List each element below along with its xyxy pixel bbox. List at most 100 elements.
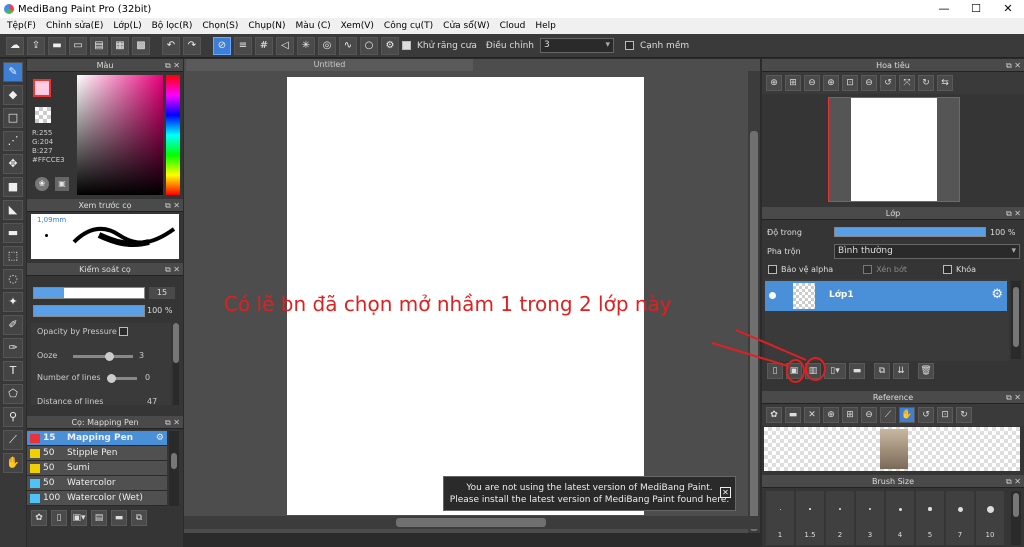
ref-open-icon[interactable]: ▬ <box>785 407 801 423</box>
menu-snap[interactable]: Chụp(N) <box>243 21 290 31</box>
dropper-icon[interactable]: ⟋ <box>3 430 23 450</box>
zoom-fit-icon[interactable]: ⊞ <box>785 75 801 91</box>
canvas-tab[interactable]: Untitled <box>186 59 473 71</box>
ooze-slider[interactable] <box>73 352 133 361</box>
eraser-tool-icon[interactable]: ◆ <box>3 85 23 105</box>
brush-list-item[interactable]: 15 Mapping Pen ⚙ <box>27 431 167 446</box>
snap-ellipse-icon[interactable]: ○ <box>360 36 378 55</box>
maximize-button[interactable]: ☐ <box>960 0 992 18</box>
bucket-tool-icon[interactable]: ◣ <box>3 200 23 220</box>
brush-size-cell[interactable]: 4 <box>886 491 914 545</box>
grid-icon[interactable]: ▩ <box>132 36 150 55</box>
brush-size-cell[interactable]: 2 <box>826 491 854 545</box>
brush-list-item[interactable]: 50 Watercolor <box>27 476 167 491</box>
brush-size-cell[interactable]: 5 <box>916 491 944 545</box>
share-icon[interactable]: ⇪ <box>27 36 45 55</box>
ref-cloud-icon[interactable]: ✿ <box>766 407 782 423</box>
menu-tools[interactable]: Công cụ(T) <box>379 21 438 31</box>
color-settings-icon[interactable]: ▣ <box>55 177 69 191</box>
brush-list-scrollbar[interactable] <box>169 431 179 506</box>
layer-folder-icon[interactable]: ▬ <box>849 363 865 379</box>
brush-copy-icon[interactable]: ▤ <box>91 510 107 526</box>
dot-tool-icon[interactable]: ⋰ <box>3 131 23 151</box>
layer-settings-icon[interactable]: ⚙ <box>991 287 1003 302</box>
snap-settings-icon[interactable]: ⚙ <box>381 36 399 55</box>
divide-tool-icon[interactable]: ⬠ <box>3 384 23 404</box>
brush-duplicate-icon[interactable]: ⧉ <box>131 510 147 526</box>
ref-close-icon[interactable]: ✕ <box>804 407 820 423</box>
menu-color[interactable]: Màu (C) <box>291 21 336 31</box>
layer-opacity-slider[interactable] <box>834 227 986 237</box>
navigator-preview[interactable] <box>828 97 960 202</box>
rect-tool-icon[interactable]: □ <box>3 108 23 128</box>
canvas-horizontal-scrollbar[interactable] <box>184 516 760 529</box>
correction-select[interactable]: 3 <box>539 38 614 53</box>
delete-layer-icon[interactable]: 🗑 <box>918 363 934 379</box>
ref-reset-icon[interactable]: ⊡ <box>937 407 953 423</box>
ref-fit-icon[interactable]: ⊞ <box>842 407 858 423</box>
menu-edit[interactable]: Chỉnh sửa(E) <box>41 21 108 31</box>
close-button[interactable]: ✕ <box>992 0 1024 18</box>
select-tool-icon[interactable]: ⬚ <box>3 246 23 266</box>
brush-size-cell[interactable]: 10 <box>976 491 1004 545</box>
brush-opacity-slider[interactable] <box>33 305 145 317</box>
move-tool-icon[interactable]: ✥ <box>3 154 23 174</box>
magic-wand-icon[interactable]: ✦ <box>3 292 23 312</box>
opacity-pressure-checkbox[interactable] <box>119 327 129 336</box>
menu-cloud[interactable]: Cloud <box>495 21 531 31</box>
edge-checkbox[interactable] <box>624 41 634 50</box>
menu-file[interactable]: Tệp(F) <box>2 21 41 31</box>
zoom-out-icon[interactable]: ⊖ <box>804 75 820 91</box>
snap-cross-icon[interactable]: # <box>255 36 273 55</box>
menu-help[interactable]: Help <box>530 21 561 31</box>
palette-icon[interactable]: ❀ <box>35 177 49 191</box>
select-pen-icon[interactable]: ✐ <box>3 315 23 335</box>
select-eraser-icon[interactable]: ✑ <box>3 338 23 358</box>
zoom-in-2-icon[interactable]: ⊕ <box>823 75 839 91</box>
reference-image[interactable] <box>764 427 1020 471</box>
brush-size-cell[interactable]: 1.5 <box>796 491 824 545</box>
brush-control-scrollbar[interactable] <box>173 323 179 405</box>
rotate-right-icon[interactable]: ↻ <box>918 75 934 91</box>
brush-size-value[interactable]: 15 <box>149 287 175 299</box>
add-layer-menu-icon[interactable]: ▯▾ <box>824 363 846 379</box>
rotate-left-icon[interactable]: ↺ <box>880 75 896 91</box>
snap-parallel-icon[interactable]: ≡ <box>234 36 252 55</box>
ref-hand-icon[interactable]: ✋ <box>899 407 915 423</box>
update-notice[interactable]: You are not using the latest version of … <box>443 476 736 511</box>
menu-layer[interactable]: Lớp(L) <box>108 21 146 31</box>
minimize-button[interactable]: — <box>928 0 960 18</box>
panel-close-icon[interactable]: ⧉ ✕ <box>1006 59 1021 72</box>
brush-size-slider[interactable] <box>33 287 145 299</box>
layer-visibility-icon[interactable] <box>769 292 776 299</box>
ref-zoom-out-icon[interactable]: ⊖ <box>861 407 877 423</box>
brush-list-item[interactable]: 50 Sumi <box>27 461 167 476</box>
brush-item-settings-icon[interactable]: ⚙ <box>156 431 164 446</box>
panel-close-icon[interactable]: ⧉ ✕ <box>165 199 180 212</box>
brush-tool-icon[interactable]: ✎ <box>3 62 23 82</box>
lasso-tool-icon[interactable]: ◌ <box>3 269 23 289</box>
layer-list-scrollbar[interactable] <box>1011 281 1021 359</box>
hand-tool-icon[interactable]: ✋ <box>3 453 23 473</box>
snap-off-icon[interactable]: ⊘ <box>213 36 231 55</box>
menu-window[interactable]: Cửa sổ(W) <box>438 21 494 31</box>
brush-new-icon[interactable]: ▯ <box>51 510 67 526</box>
menu-select[interactable]: Chọn(S) <box>197 21 243 31</box>
blend-select[interactable]: Bình thường <box>834 244 1020 259</box>
chat-icon[interactable]: ▭ <box>69 36 87 55</box>
brush-size-cell[interactable]: 7 <box>946 491 974 545</box>
flip-icon[interactable]: ⇆ <box>937 75 953 91</box>
brush-size-cell[interactable]: 3 <box>856 491 884 545</box>
panel-close-icon[interactable]: ⧉ ✕ <box>165 59 180 72</box>
fill-rect-tool-icon[interactable]: ■ <box>3 177 23 197</box>
pages-icon[interactable]: ▦ <box>111 36 129 55</box>
clipping-checkbox[interactable] <box>863 265 873 274</box>
fit-screen-icon[interactable]: ⊡ <box>842 75 858 91</box>
snap-vanish-icon[interactable]: ◁ <box>276 36 294 55</box>
brush-list-item[interactable]: 50 Stipple Pen <box>27 446 167 461</box>
text-tool-icon[interactable]: T <box>3 361 23 381</box>
menu-filter[interactable]: Bộ lọc(R) <box>147 21 198 31</box>
cloud-icon[interactable]: ☁ <box>6 36 24 55</box>
layer-row[interactable]: Lớp1 ⚙ <box>765 281 1007 311</box>
duplicate-layer-icon[interactable]: ⧉ <box>874 363 890 379</box>
